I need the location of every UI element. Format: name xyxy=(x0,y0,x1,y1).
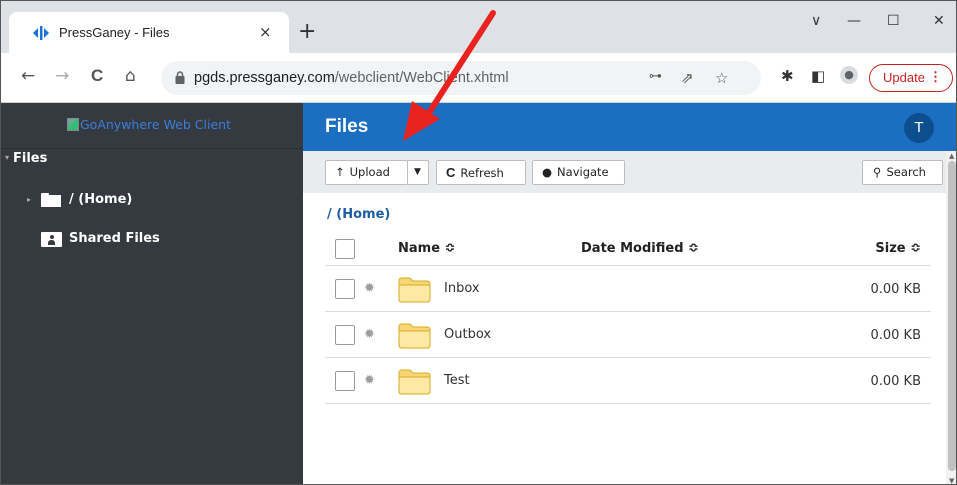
table-header-row: Name ≎ Date Modified ≎ Size ≎ xyxy=(325,233,931,266)
folder-icon xyxy=(41,193,61,207)
maximize-icon[interactable]: ☐ xyxy=(887,13,900,29)
sidebar-item-label: Shared Files xyxy=(69,231,160,246)
sidebar-section-label: Files xyxy=(13,151,48,166)
back-icon[interactable]: ← xyxy=(21,66,35,86)
update-label: Update xyxy=(883,70,925,85)
search-icon: ⚲ xyxy=(873,165,882,179)
page-title: Files xyxy=(325,116,369,137)
navigate-compass-icon: ● xyxy=(542,165,553,179)
forward-icon[interactable]: → xyxy=(55,66,69,86)
navigate-label: Navigate xyxy=(557,165,609,179)
upload-button[interactable]: ↑ Upload xyxy=(325,160,408,185)
file-table: Name ≎ Date Modified ≎ Size ≎ ✹ Inbox 0.… xyxy=(325,233,931,404)
upload-label: Upload xyxy=(349,165,390,179)
new-tab-button[interactable]: + xyxy=(298,21,316,43)
column-header-name[interactable]: Name ≎ xyxy=(398,241,455,256)
reload-icon[interactable]: C xyxy=(91,66,103,86)
row-checkbox[interactable] xyxy=(335,371,355,391)
browser-tab[interactable]: PressGaney - Files × xyxy=(9,12,289,53)
file-size: 0.00 KB xyxy=(870,328,921,343)
search-label: Search xyxy=(886,165,926,179)
tab-strip: PressGaney - Files × + ∨ — ☐ ✕ xyxy=(1,1,956,53)
caret-down-icon: ▼ xyxy=(414,167,421,177)
share-icon[interactable]: ⇗ xyxy=(681,69,694,87)
bookmark-star-icon[interactable]: ☆ xyxy=(715,69,728,87)
folder-icon xyxy=(398,323,431,349)
tab-search-dropdown-icon[interactable]: ∨ xyxy=(811,13,821,29)
url-path: /webclient/WebClient.xhtml xyxy=(334,70,509,86)
file-size: 0.00 KB xyxy=(870,374,921,389)
shared-files-icon xyxy=(41,232,62,247)
breadcrumb[interactable]: / (Home) xyxy=(327,207,390,222)
address-bar[interactable]: pgds.pressganey.com/webclient/WebClient.… xyxy=(161,61,761,95)
browser-window: PressGaney - Files × + ∨ — ☐ ✕ ← → C ⌂ p… xyxy=(0,0,957,485)
gear-icon[interactable]: ✹ xyxy=(364,373,375,388)
logo-alt-text: GoAnywhere Web Client xyxy=(80,117,231,132)
expand-caret-icon[interactable]: ▸ xyxy=(27,195,31,204)
scroll-down-icon[interactable]: ▼ xyxy=(949,477,954,484)
browser-toolbar: ← → C ⌂ pgds.pressganey.com/webclient/We… xyxy=(1,53,956,103)
scroll-up-icon[interactable]: ▲ xyxy=(949,152,954,160)
column-header-date-modified[interactable]: Date Modified ≎ xyxy=(581,241,699,256)
folder-icon xyxy=(398,277,431,303)
extensions-puzzle-icon[interactable]: ✱ xyxy=(781,67,794,85)
user-avatar[interactable]: T xyxy=(904,113,934,143)
upload-arrow-icon: ↑ xyxy=(335,165,345,179)
sidebar-item-label: / (Home) xyxy=(69,192,133,207)
file-name[interactable]: Outbox xyxy=(444,327,491,342)
gear-icon[interactable]: ✹ xyxy=(364,281,375,296)
search-button[interactable]: ⚲ Search xyxy=(862,160,943,185)
file-name[interactable]: Inbox xyxy=(444,281,480,296)
file-name[interactable]: Test xyxy=(444,373,470,388)
navigate-button[interactable]: ● Navigate xyxy=(532,160,625,185)
refresh-button[interactable]: C Refresh xyxy=(436,160,526,185)
folder-icon xyxy=(398,369,431,395)
pressganey-favicon-icon xyxy=(33,26,49,40)
refresh-label: Refresh xyxy=(460,166,504,180)
tab-title: PressGaney - Files xyxy=(59,25,170,40)
sidebar: GoAnywhere Web Client ▾ Files ▸ / (Home)… xyxy=(1,103,303,484)
action-toolbar: ↑ Upload ▼ C Refresh ● Navigate ⚲ Search xyxy=(303,151,946,193)
row-checkbox[interactable] xyxy=(335,325,355,345)
close-window-icon[interactable]: ✕ xyxy=(933,13,945,29)
scroll-thumb[interactable] xyxy=(948,161,956,471)
table-row[interactable]: ✹ Inbox 0.00 KB xyxy=(325,266,931,312)
lock-icon xyxy=(175,71,185,84)
url-host: pgds.pressganey.com xyxy=(194,70,335,86)
logo-area: GoAnywhere Web Client xyxy=(1,103,303,149)
select-all-checkbox[interactable] xyxy=(335,239,355,259)
gear-icon[interactable]: ✹ xyxy=(364,327,375,342)
browser-menu-icon[interactable]: ⋮ xyxy=(929,69,942,85)
collapse-caret-icon[interactable]: ▾ xyxy=(5,153,9,162)
main-content: Files T ↑ Upload ▼ C Refresh ● Navigate ⚲ Se… xyxy=(303,103,956,484)
broken-image-icon xyxy=(67,118,79,131)
home-icon[interactable]: ⌂ xyxy=(125,66,136,86)
upload-dropdown-button[interactable]: ▼ xyxy=(407,160,429,185)
row-checkbox[interactable] xyxy=(335,279,355,299)
table-row[interactable]: ✹ Test 0.00 KB xyxy=(325,358,931,404)
update-button[interactable]: Update ⋮ xyxy=(869,64,953,92)
page-header: Files T xyxy=(303,103,956,151)
minimize-icon[interactable]: — xyxy=(847,13,861,29)
refresh-icon: C xyxy=(446,165,456,180)
tab-close-icon[interactable]: × xyxy=(259,23,272,41)
table-row[interactable]: ✹ Outbox 0.00 KB xyxy=(325,312,931,358)
profile-avatar-icon[interactable]: ● xyxy=(840,66,858,84)
column-header-size[interactable]: Size ≎ xyxy=(875,241,921,256)
goanywhere-logo[interactable]: GoAnywhere Web Client xyxy=(67,117,231,132)
password-key-icon[interactable]: ⊶ xyxy=(649,69,662,84)
scrollbar[interactable]: ▲ ▼ xyxy=(946,151,956,484)
url-text[interactable]: pgds.pressganey.com/webclient/WebClient.… xyxy=(194,70,509,86)
file-size: 0.00 KB xyxy=(870,282,921,297)
side-panel-icon[interactable]: ◧ xyxy=(811,67,825,85)
